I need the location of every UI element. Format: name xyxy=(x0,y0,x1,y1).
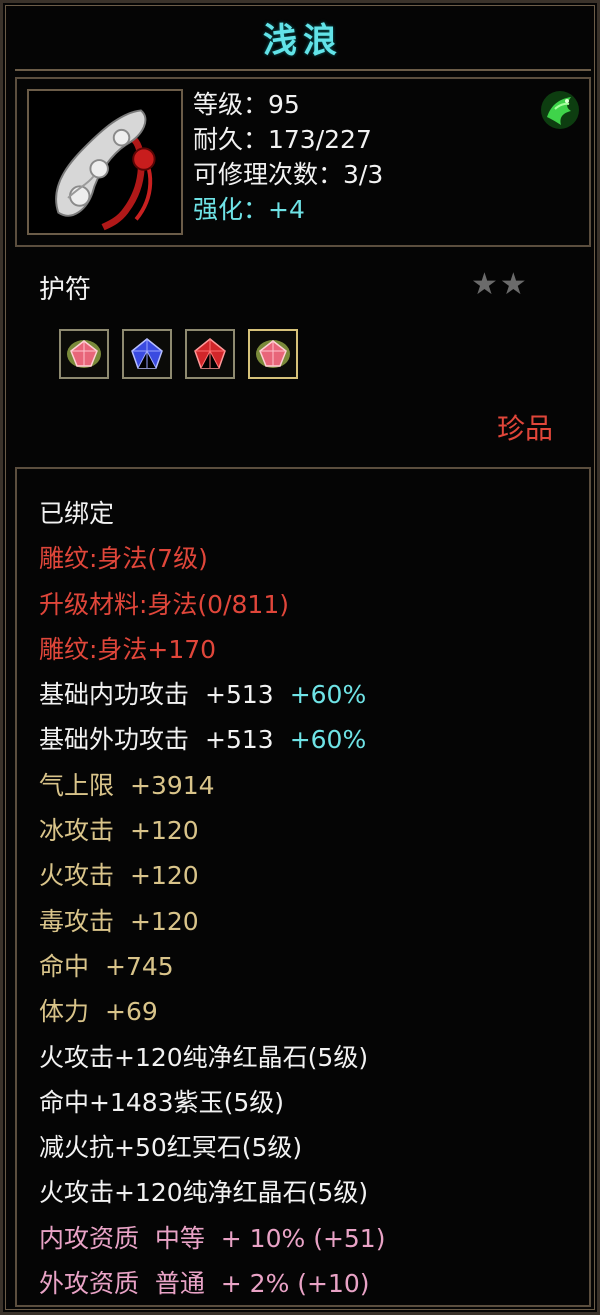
gem-slot-3[interactable] xyxy=(185,329,235,379)
red-gem-icon xyxy=(194,338,226,369)
durability-stat: 耐久：173/227 xyxy=(193,125,372,154)
gem-bonus-line-1: 火攻击+120纯净红晶石(5级) xyxy=(39,1042,369,1072)
attr-value: +3914 xyxy=(130,770,215,800)
accuracy-line: 命中 +745 xyxy=(39,944,385,989)
enhance-stat: 强化：+4 xyxy=(193,195,305,224)
gem-bonus-line-2: 命中+1483紫玉(5级) xyxy=(39,1087,284,1117)
star-rating: ★★ xyxy=(471,267,529,302)
ice-attack-line: 冰攻击 +120 xyxy=(39,808,385,853)
repair-count-stat: 可修理次数：3/3 xyxy=(193,160,384,189)
bound-status: 已绑定 xyxy=(39,499,115,528)
item-header-panel: 等级：95 耐久：173/227 可修理次数：3/3 强化：+4 xyxy=(15,77,591,247)
amulet-icon xyxy=(27,89,183,235)
qi-limit-line: 气上限 +3914 xyxy=(39,763,385,808)
attr-percent: +60% xyxy=(289,725,367,755)
rarity-label: 珍品 xyxy=(496,412,553,445)
attr-value: +513 xyxy=(205,725,274,755)
attr-label: 气上限 xyxy=(39,770,115,800)
fire-attack-line: 火攻击 +120 xyxy=(39,853,385,898)
item-stats: 等级：95 耐久：173/227 可修理次数：3/3 强化：+4 xyxy=(193,87,383,227)
gem-slot-2[interactable] xyxy=(122,329,172,379)
gem-slot-1[interactable] xyxy=(59,329,109,379)
engrave-bonus-line: 雕纹:身法+170 xyxy=(39,634,217,664)
attr-value: +69 xyxy=(105,997,158,1027)
pink-gem-icon xyxy=(67,340,101,368)
attr-label: 基础内功攻击 xyxy=(39,680,190,710)
attr-label: 基础外功攻击 xyxy=(39,725,190,755)
gem-bonus-line-3: 减火抗+50红冥石(5级) xyxy=(39,1133,303,1163)
poison-attack-line: 毒攻击 +120 xyxy=(39,899,385,944)
gem-slot-4[interactable] xyxy=(248,329,298,379)
upgrade-material-line: 升级材料:身法(0/811) xyxy=(39,589,289,619)
base-internal-attack-line: 基础内功攻击 +513 +60% xyxy=(39,672,385,717)
item-name: 浅浪 xyxy=(263,21,343,61)
base-external-attack-line: 基础外功攻击 +513 +60% xyxy=(39,717,385,762)
engrave-line: 雕纹:身法(7级) xyxy=(39,544,208,574)
stamina-line: 体力 +69 xyxy=(39,989,385,1034)
attr-value: +513 xyxy=(205,680,274,710)
external-aptitude-line: 外攻资质 普通 + 2% (+10) xyxy=(39,1269,370,1299)
attr-label: 体力 xyxy=(39,997,90,1027)
internal-aptitude-line: 内攻资质 中等 + 10% (+51) xyxy=(39,1223,386,1253)
title-bar: 浅浪 xyxy=(15,11,591,71)
attr-percent: +60% xyxy=(289,680,367,710)
attr-value: +745 xyxy=(105,951,174,981)
attr-value: +120 xyxy=(130,906,199,936)
attr-label: 毒攻击 xyxy=(39,906,115,936)
gem-socket-row xyxy=(59,329,298,379)
item-type-label: 护符 xyxy=(39,275,92,305)
level-stat: 等级：95 xyxy=(193,90,300,119)
attr-label: 冰攻击 xyxy=(39,816,115,846)
gem-bonus-line-4: 火攻击+120纯净红晶石(5级) xyxy=(39,1178,369,1208)
item-tooltip: 浅浪 等级：95 耐久：173/227 可修理次数：3/3 强化：+4 护符 ★… xyxy=(0,0,600,1315)
attr-label: 命中 xyxy=(39,951,90,981)
attr-label: 火攻击 xyxy=(39,861,115,891)
pink-gem-icon xyxy=(256,340,290,368)
attribute-list: 已绑定 雕纹:身法(7级) 升级材料:身法(0/811) 雕纹:身法+170 基… xyxy=(39,491,385,1306)
attr-value: +120 xyxy=(130,816,199,846)
attr-value: +120 xyxy=(130,861,199,891)
green-dragon-emblem-icon xyxy=(537,87,583,133)
blue-gem-icon xyxy=(131,338,163,369)
attribute-panel: 已绑定 雕纹:身法(7级) 升级材料:身法(0/811) 雕纹:身法+170 基… xyxy=(15,467,591,1307)
